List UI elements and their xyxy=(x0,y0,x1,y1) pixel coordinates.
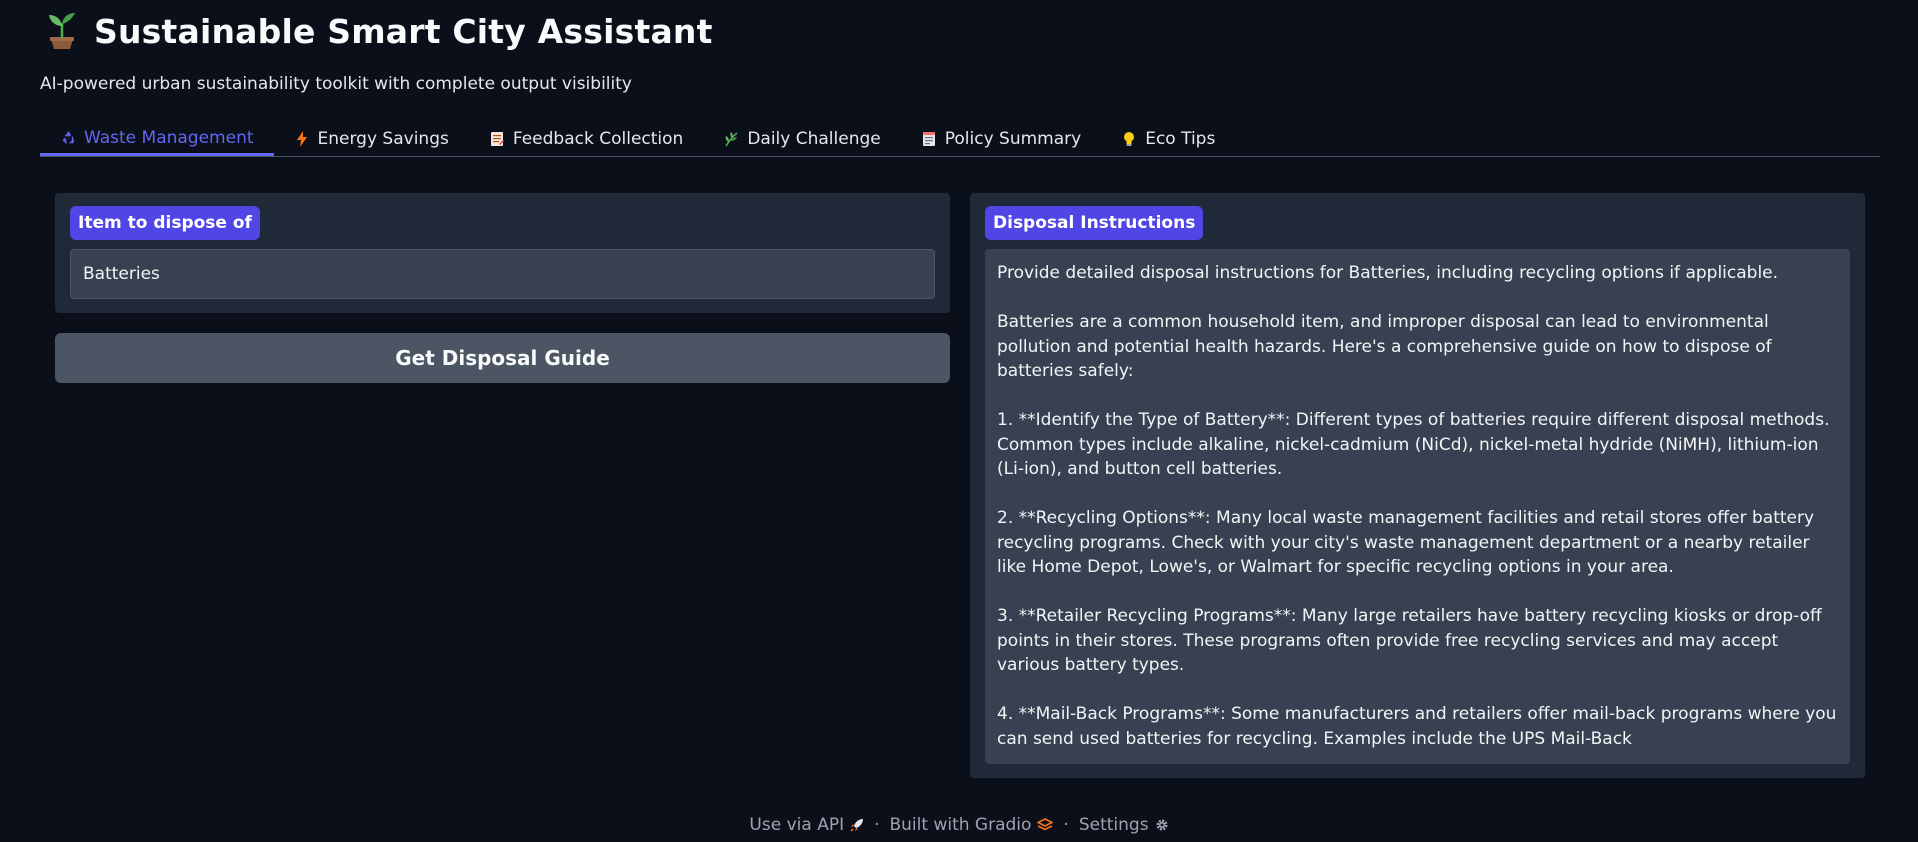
tab-policy-summary[interactable]: Policy Summary xyxy=(901,122,1101,156)
item-input[interactable] xyxy=(70,249,935,299)
page-title: Sustainable Smart City Assistant xyxy=(94,11,713,51)
settings-link[interactable]: Settings xyxy=(1079,815,1169,835)
use-via-api-link[interactable]: Use via API xyxy=(749,815,864,835)
tab-energy-savings[interactable]: Energy Savings xyxy=(274,122,469,156)
recycle-icon xyxy=(60,130,76,145)
use-via-api-label: Use via API xyxy=(749,815,845,835)
tab-label: Feedback Collection xyxy=(512,129,684,149)
lightning-icon xyxy=(294,131,310,147)
settings-label: Settings xyxy=(1078,815,1149,835)
disposal-output-textbox[interactable]: Provide detailed disposal instructions f… xyxy=(985,249,1850,764)
lightbulb-icon xyxy=(1121,131,1137,147)
disposal-output-panel: Disposal Instructions Provide detailed d… xyxy=(970,193,1865,778)
rocket-icon xyxy=(850,818,864,832)
tab-label: Daily Challenge xyxy=(747,129,881,149)
tab-waste-management[interactable]: Waste Management xyxy=(40,122,274,156)
tab-label: Energy Savings xyxy=(317,129,449,149)
tab-daily-challenge[interactable]: Daily Challenge xyxy=(703,122,900,156)
get-disposal-guide-button[interactable]: Get Disposal Guide xyxy=(55,333,950,383)
app-root: Sustainable Smart City Assistant AI-powe… xyxy=(0,0,1918,842)
tab-label: Waste Management xyxy=(84,127,254,148)
tab-eco-tips[interactable]: Eco Tips xyxy=(1101,122,1235,156)
built-with-gradio-label: Built with Gradio xyxy=(889,815,1032,835)
tab-bar: Waste Management Energy Savings Feedback… xyxy=(40,120,1880,157)
document-icon xyxy=(921,131,937,147)
disposal-output-label: Disposal Instructions xyxy=(985,206,1204,240)
built-with-gradio-link[interactable]: Built with Gradio xyxy=(890,815,1054,835)
gradio-logo-icon xyxy=(1037,818,1054,832)
memo-icon xyxy=(489,131,505,147)
disposal-output-text: Provide detailed disposal instructions f… xyxy=(997,263,1837,749)
gear-icon xyxy=(1155,818,1169,832)
item-input-label: Item to dispose of xyxy=(70,206,260,240)
herb-icon xyxy=(723,131,739,147)
tab-feedback-collection[interactable]: Feedback Collection xyxy=(469,122,703,156)
footer-separator: · xyxy=(1063,815,1069,835)
seedling-icon xyxy=(42,11,82,51)
footer: Use via API · Built with Gradio · Settin… xyxy=(0,812,1918,838)
item-input-panel: Item to dispose of xyxy=(55,193,950,313)
footer-separator: · xyxy=(874,815,880,835)
tab-label: Eco Tips xyxy=(1145,129,1216,149)
header: Sustainable Smart City Assistant xyxy=(42,8,713,54)
page-subtitle: AI-powered urban sustainability toolkit … xyxy=(40,74,632,94)
tab-label: Policy Summary xyxy=(944,129,1082,149)
